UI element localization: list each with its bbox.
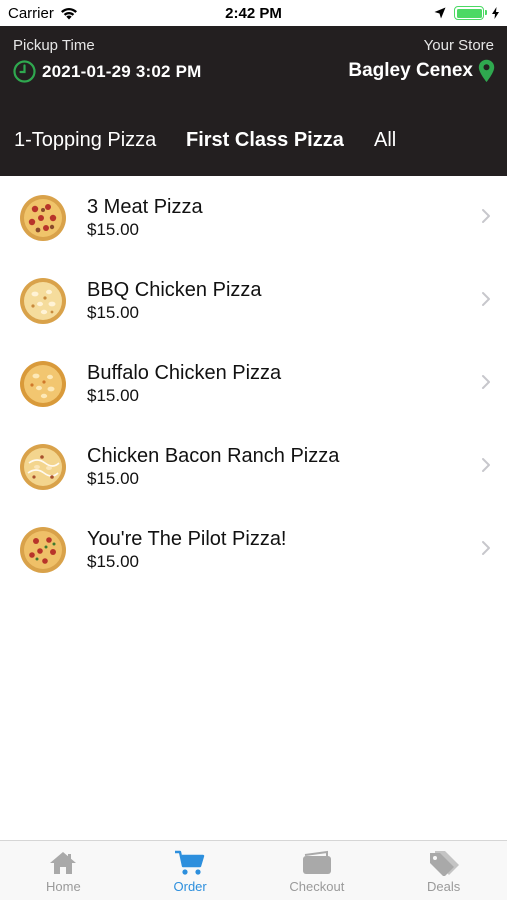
- tab-1-topping-pizza[interactable]: 1-Topping Pizza: [14, 129, 156, 152]
- tab-order[interactable]: Order: [127, 841, 254, 900]
- status-bar: Carrier 2:42 PM: [0, 0, 507, 26]
- battery-icon: [454, 6, 487, 20]
- list-item[interactable]: Chicken Bacon Ranch Pizza $15.00: [0, 425, 507, 508]
- order-header: Pickup Time 2021-01-29 3:02 PM Your Stor…: [0, 26, 507, 176]
- item-price: $15.00: [87, 303, 139, 322]
- cart-icon: [175, 850, 205, 875]
- status-right: [434, 6, 499, 20]
- item-price: $15.00: [87, 386, 139, 405]
- chevron-right-icon: [482, 292, 490, 306]
- clock-icon: [13, 60, 36, 83]
- chevron-right-icon: [482, 458, 490, 472]
- list-item[interactable]: You're The Pilot Pizza! $15.00: [0, 508, 507, 591]
- store-selector[interactable]: Bagley Cenex: [348, 59, 495, 83]
- wallet-icon: [302, 850, 331, 874]
- item-text: You're The Pilot Pizza! $15.00: [87, 527, 287, 573]
- map-pin-icon: [478, 59, 495, 82]
- item-text: Buffalo Chicken Pizza $15.00: [87, 361, 281, 407]
- tab-first-class-pizza[interactable]: First Class Pizza: [186, 129, 344, 152]
- pickup-time-label: Pickup Time: [13, 37, 95, 54]
- charging-bolt-icon: [492, 7, 499, 19]
- pickup-time-selector[interactable]: 2021-01-29 3:02 PM: [13, 60, 202, 83]
- tags-icon: [429, 851, 459, 876]
- chevron-right-icon: [482, 375, 490, 389]
- pickup-time-value[interactable]: 2021-01-29 3:02 PM: [42, 62, 202, 82]
- item-price: $15.00: [87, 552, 139, 571]
- item-text: Chicken Bacon Ranch Pizza $15.00: [87, 444, 339, 490]
- menu-item-list: 3 Meat Pizza $15.00 BBQ Chicken Pizza $1…: [0, 176, 507, 591]
- pizza-chicken-icon: [20, 277, 66, 324]
- item-name: BBQ Chicken Pizza: [87, 279, 262, 301]
- item-price: $15.00: [87, 220, 139, 239]
- item-name: Chicken Bacon Ranch Pizza: [87, 445, 340, 467]
- item-price: $15.00: [87, 469, 139, 488]
- location-arrow-icon: [434, 7, 446, 19]
- item-name: You're The Pilot Pizza!: [87, 528, 287, 550]
- store-name[interactable]: Bagley Cenex: [348, 60, 473, 82]
- pizza-pepperoni-icon: [20, 526, 66, 573]
- tab-home[interactable]: Home: [0, 841, 127, 900]
- chevron-right-icon: [482, 209, 490, 223]
- item-name: Buffalo Chicken Pizza: [87, 362, 282, 384]
- tab-deals[interactable]: Deals: [380, 841, 507, 900]
- bottom-tab-bar: Home Order Checkout Deals: [0, 840, 507, 900]
- tab-home-label: Home: [46, 879, 81, 894]
- item-name: 3 Meat Pizza: [87, 196, 203, 218]
- home-icon: [50, 852, 77, 874]
- list-item[interactable]: Buffalo Chicken Pizza $15.00: [0, 342, 507, 425]
- list-item[interactable]: 3 Meat Pizza $15.00: [0, 176, 507, 259]
- tab-order-label: Order: [173, 879, 207, 894]
- pizza-chicken-icon: [20, 360, 66, 407]
- item-text: BBQ Chicken Pizza $15.00: [87, 278, 262, 324]
- your-store-label: Your Store: [423, 37, 494, 54]
- tab-checkout-label: Checkout: [289, 879, 345, 894]
- tab-deals-label: Deals: [427, 879, 461, 894]
- pizza-chicken-icon: [20, 443, 66, 490]
- category-tabs: 1-Topping Pizza First Class Pizza All: [0, 122, 507, 158]
- item-text: 3 Meat Pizza $15.00: [87, 195, 203, 241]
- chevron-right-icon: [482, 541, 490, 555]
- list-item[interactable]: BBQ Chicken Pizza $15.00: [0, 259, 507, 342]
- tab-checkout[interactable]: Checkout: [254, 841, 381, 900]
- tab-all[interactable]: All: [374, 129, 396, 152]
- clock: 2:42 PM: [225, 5, 282, 22]
- pizza-pepperoni-icon: [20, 194, 66, 241]
